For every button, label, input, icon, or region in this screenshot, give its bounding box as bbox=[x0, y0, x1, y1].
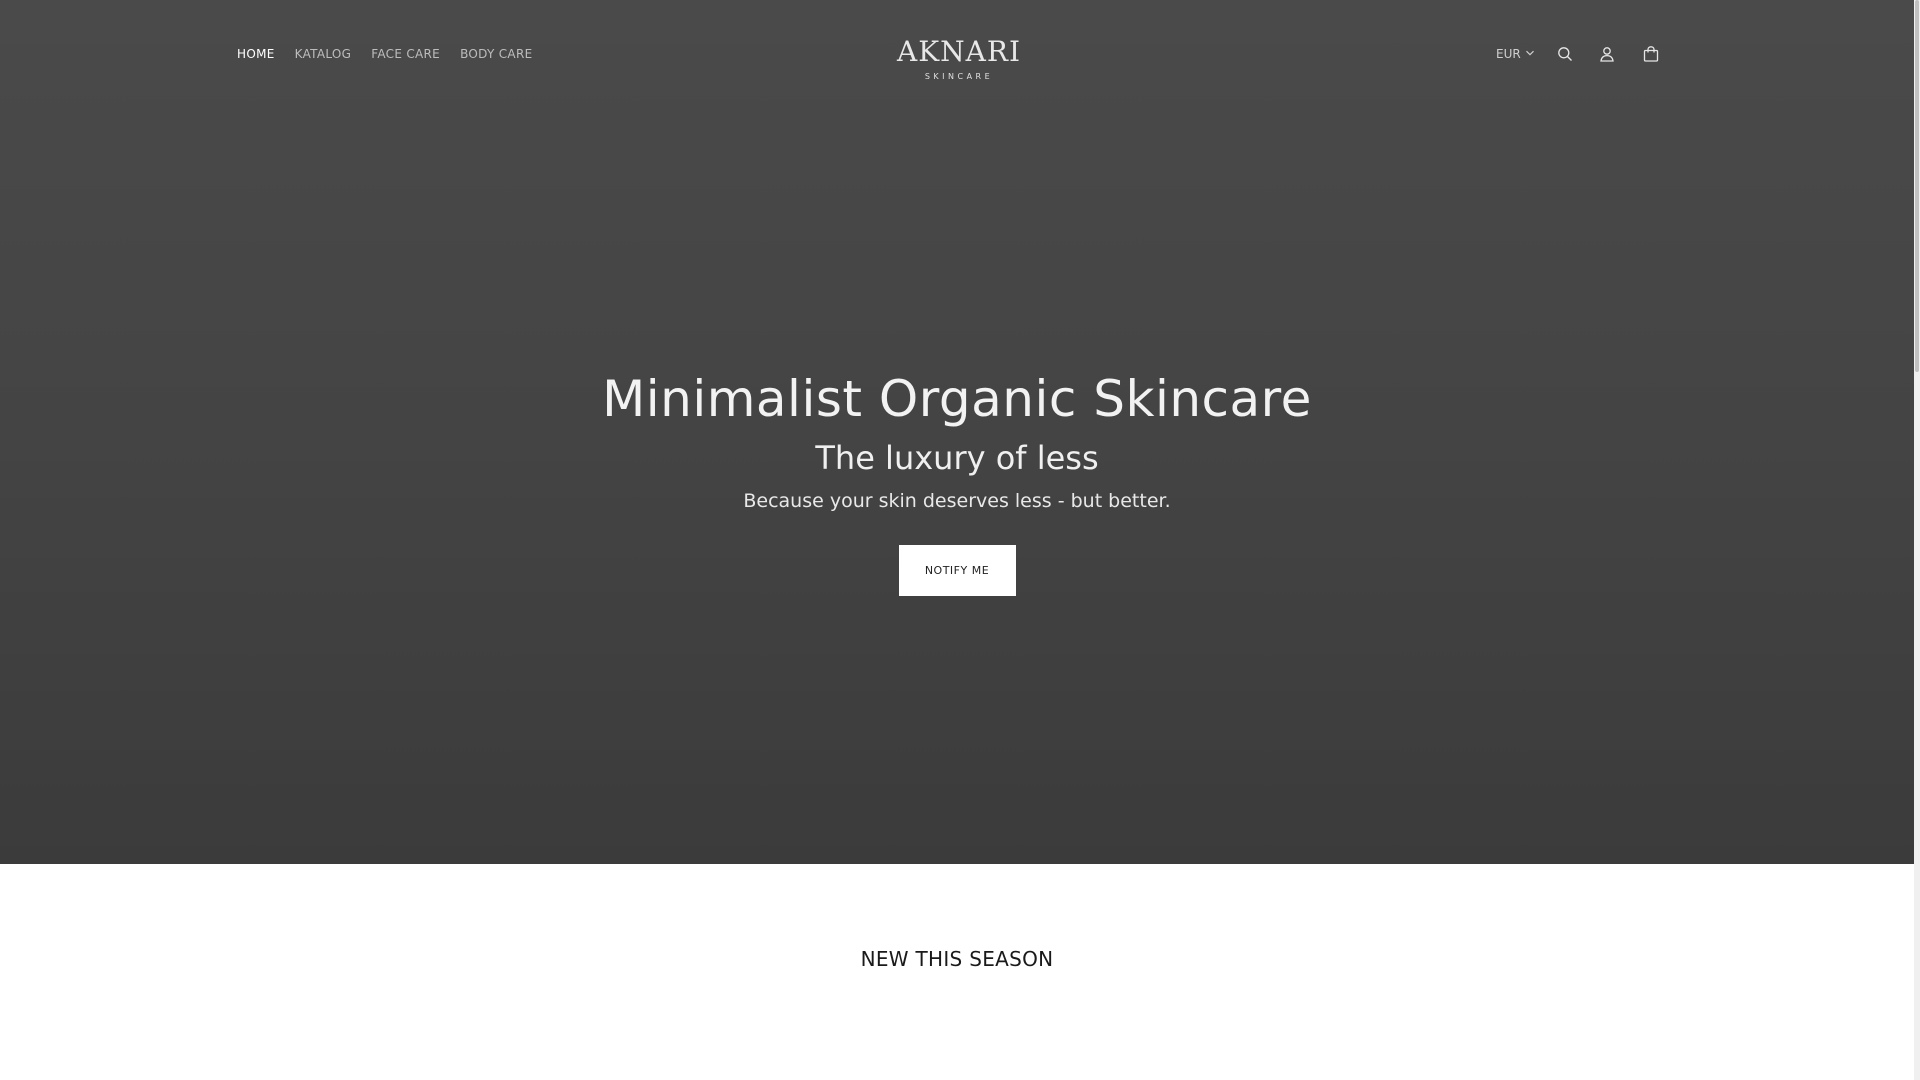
notify-me-button[interactable]: NOTIFY ME bbox=[898, 545, 1016, 596]
nav-item-body-care[interactable]: BODY CARE bbox=[460, 45, 532, 63]
nav-item-home[interactable]: HOME bbox=[237, 45, 275, 63]
header-actions: EUR bbox=[1496, 42, 1663, 66]
account-icon[interactable] bbox=[1595, 42, 1619, 66]
hero-title: Minimalist Organic Skincare bbox=[602, 370, 1312, 428]
page: HOME KATALOG FACE CARE BODY CARE AKNARI … bbox=[0, 0, 1914, 1080]
currency-label: EUR bbox=[1496, 47, 1521, 61]
hero-banner: HOME KATALOG FACE CARE BODY CARE AKNARI … bbox=[0, 0, 1914, 864]
search-icon[interactable] bbox=[1553, 42, 1577, 66]
scrollbar[interactable] bbox=[1914, 0, 1920, 1080]
hero-text: Because your skin deserves less - but be… bbox=[743, 490, 1171, 512]
scrollbar-thumb[interactable] bbox=[1915, 0, 1919, 372]
hero-content: Minimalist Organic Skincare The luxury o… bbox=[0, 368, 1914, 596]
section-title-new-season: NEW THIS SEASON bbox=[860, 947, 1054, 971]
nav-item-face-care[interactable]: FACE CARE bbox=[371, 45, 440, 63]
cart-icon[interactable] bbox=[1639, 42, 1663, 66]
logo[interactable]: AKNARI SKINCARE bbox=[897, 36, 1021, 83]
site-header: HOME KATALOG FACE CARE BODY CARE AKNARI … bbox=[0, 0, 1914, 108]
main-nav: HOME KATALOG FACE CARE BODY CARE bbox=[237, 45, 532, 63]
chevron-down-icon bbox=[1525, 47, 1535, 61]
logo-name: AKNARI bbox=[897, 35, 1022, 68]
nav-item-katalog[interactable]: KATALOG bbox=[295, 45, 352, 63]
logo-subtitle: SKINCARE bbox=[924, 72, 994, 81]
currency-selector[interactable]: EUR bbox=[1496, 42, 1535, 66]
hero-subtitle: The luxury of less bbox=[815, 439, 1099, 477]
